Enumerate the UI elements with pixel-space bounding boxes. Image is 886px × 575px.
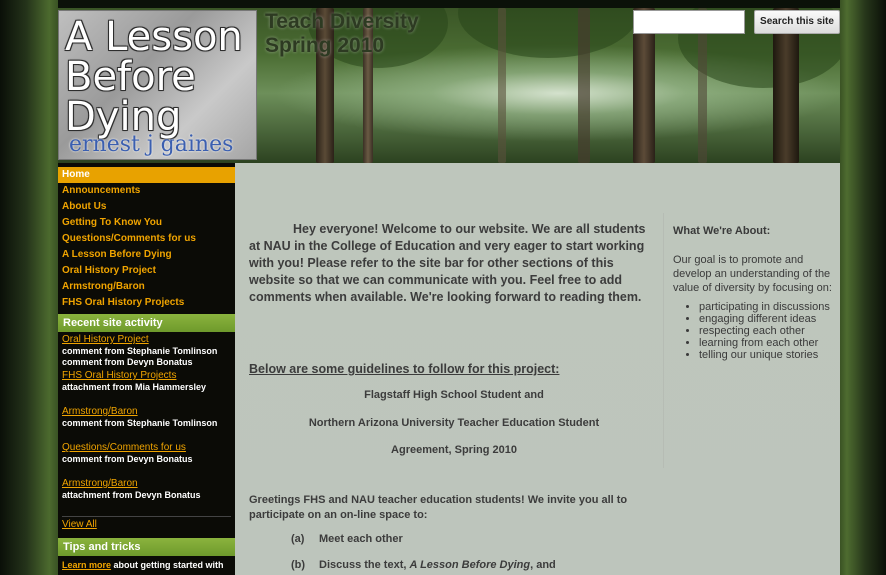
activity-text: attachment from Devyn Bonatus	[62, 490, 201, 500]
activity-link[interactable]: Armstrong/Baron	[62, 406, 231, 418]
logo-text-line2: Before	[65, 54, 196, 100]
list-item: participating in discussions	[699, 301, 838, 313]
activity-entry: Oral History Project comment from Stepha…	[58, 332, 235, 368]
activity-text: comment from Devyn Bonatus	[62, 357, 193, 367]
about-title: What We're About:	[673, 225, 771, 237]
learn-more-link[interactable]: Learn more	[62, 560, 111, 570]
list-text: Meet each other	[319, 533, 403, 545]
activity-link[interactable]: Armstrong/Baron	[62, 478, 231, 490]
nav-item-about-us[interactable]: About Us	[58, 199, 235, 215]
recent-activity-header: Recent site activity	[58, 314, 235, 332]
book-title: A Lesson Before Dying	[409, 559, 531, 571]
tips-text: Learn more about getting started with	[58, 556, 235, 574]
nav-item-oral-history-project[interactable]: Oral History Project	[58, 263, 235, 279]
logo-text-line1: A Lesson	[65, 14, 243, 60]
nav-item-home[interactable]: Home	[58, 167, 235, 183]
nav-item-getting-to-know-you[interactable]: Getting To Know You	[58, 215, 235, 231]
activity-link[interactable]: Oral History Project	[62, 334, 231, 346]
column-divider	[663, 213, 664, 468]
page-left-border	[0, 0, 58, 575]
nav-item-armstrong-baron[interactable]: Armstrong/Baron	[58, 279, 235, 295]
activity-text: comment from Stephanie Tomlinson	[62, 418, 218, 428]
about-panel: What We're About: Our goal is to promote…	[673, 225, 838, 361]
logo-author: ernest j gaines	[69, 132, 234, 157]
list-item: respecting each other	[699, 325, 838, 337]
nav-item-announcements[interactable]: Announcements	[58, 183, 235, 199]
agreement-line: Northern Arizona University Teacher Educ…	[308, 417, 600, 429]
activity-entry: Armstrong/Baron attachment from Devyn Bo…	[58, 476, 235, 512]
list-text: Discuss the text,	[319, 559, 410, 571]
list-marker: (a)	[291, 533, 305, 545]
agreement-line: Agreement, Spring 2010	[391, 444, 517, 456]
page-right-border	[840, 0, 886, 575]
list-item: learning from each other	[699, 337, 838, 349]
list-item: engaging different ideas	[699, 313, 838, 325]
guidelines-heading: Below are some guidelines to follow for …	[249, 362, 560, 376]
sidebar: Home Announcements About Us Getting To K…	[58, 163, 235, 575]
tips-header: Tips and tricks	[58, 538, 235, 556]
nav-item-fhs-oral-history-projects[interactable]: FHS Oral History Projects	[58, 295, 235, 311]
tips-body: about getting started with	[111, 560, 224, 570]
activity-text: comment from Devyn Bonatus	[62, 454, 193, 464]
activity-entry: Questions/Comments for us comment from D…	[58, 440, 235, 476]
list-text: , and	[530, 559, 556, 571]
list-item: (a) Meet each other	[291, 533, 403, 545]
main-content: Hey everyone! Welcome to our website. We…	[235, 163, 840, 575]
view-all-link[interactable]: View All	[62, 516, 231, 535]
about-body: Our goal is to promote and develop an un…	[673, 254, 832, 294]
page-top-edge	[0, 0, 886, 8]
nav-item-lesson-before-dying[interactable]: A Lesson Before Dying	[58, 247, 235, 263]
welcome-paragraph: Hey everyone! Welcome to our website. We…	[249, 222, 646, 304]
activity-text: comment from Stephanie Tomlinson	[62, 346, 218, 356]
list-item: (b) Discuss the text, A Lesson Before Dyi…	[291, 559, 556, 571]
activity-entry: FHS Oral History Projects attachment fro…	[58, 368, 235, 404]
list-item: telling our unique stories	[699, 349, 838, 361]
activity-link[interactable]: FHS Oral History Projects	[62, 370, 231, 382]
search-input[interactable]	[633, 10, 745, 34]
activity-link[interactable]: Questions/Comments for us	[62, 442, 231, 454]
greetings-paragraph: Greetings FHS and NAU teacher education …	[249, 494, 628, 521]
site-title[interactable]: Teach Diversity Spring 2010	[265, 10, 419, 58]
nav-item-questions-comments[interactable]: Questions/Comments for us	[58, 231, 235, 247]
list-marker: (b)	[291, 559, 306, 571]
logo-text-line3: Dying	[65, 94, 182, 140]
search-button[interactable]: Search this site	[754, 10, 840, 34]
book-logo[interactable]: A Lesson Before Dying ernest j gaines	[58, 10, 257, 160]
site-title-line1: Teach Diversity	[265, 10, 419, 33]
about-list: participating in discussions engaging di…	[673, 301, 838, 361]
activity-entry: Armstrong/Baron comment from Stephanie T…	[58, 404, 235, 440]
activity-text: attachment from Mia Hammersley	[62, 382, 207, 392]
site-title-line2: Spring 2010	[265, 34, 385, 57]
agreement-line: Flagstaff High School Student and	[364, 389, 544, 401]
